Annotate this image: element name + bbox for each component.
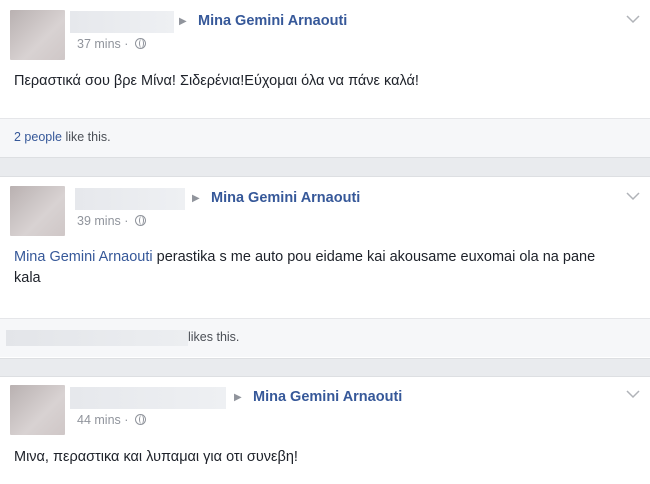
triangle-right-icon: ▶: [179, 16, 187, 27]
triangle-right-icon: ▶: [192, 193, 200, 204]
redacted-poster-name: [75, 188, 185, 210]
likes-count-link[interactable]: 2 people: [14, 130, 62, 144]
post-text: Mina Gemini Arnaouti perastika s me auto…: [14, 247, 620, 289]
timestamp-text: 39 mins ·: [77, 214, 132, 228]
avatar[interactable]: [10, 186, 65, 236]
author-link[interactable]: Mina Gemini Arnaouti: [211, 190, 360, 206]
post-card: ▶ Mina Gemini Arnaouti 37 mins · Περαστι…: [0, 0, 650, 158]
timestamp-text: 44 mins ·: [77, 413, 132, 427]
redacted-poster-name: [70, 387, 226, 409]
author-link[interactable]: Mina Gemini Arnaouti: [198, 13, 347, 29]
likes-bar: 2 people like this.: [0, 118, 650, 157]
redacted-liker-name: [6, 330, 188, 346]
globe-icon: [134, 414, 146, 425]
avatar[interactable]: [10, 385, 65, 435]
post-text: Περαστικά σου βρε Μίνα! Σιδερένια!Εύχομα…: [14, 73, 419, 89]
author-link[interactable]: Mina Gemini Arnaouti: [253, 389, 402, 405]
timestamp[interactable]: 37 mins ·: [77, 37, 146, 51]
mention-link[interactable]: Mina Gemini Arnaouti: [14, 249, 153, 265]
post-card: ▶ Mina Gemini Arnaouti 44 mins · Μινα, π…: [0, 376, 650, 484]
globe-icon: [134, 38, 146, 49]
chevron-down-icon[interactable]: [626, 191, 640, 201]
likes-bar: likes this.: [0, 318, 650, 357]
chevron-down-icon[interactable]: [626, 389, 640, 399]
triangle-right-icon: ▶: [234, 392, 242, 403]
post-card: ▶ Mina Gemini Arnaouti 39 mins · Mina Ge…: [0, 176, 650, 359]
likes-suffix: likes this.: [188, 330, 240, 344]
avatar[interactable]: [10, 10, 65, 60]
post-text: Μινα, περαστικα και λυπαμαι για οτι συνε…: [14, 449, 298, 465]
likes-suffix: like this.: [61, 130, 111, 144]
timestamp[interactable]: 39 mins ·: [77, 214, 146, 228]
timestamp-text: 37 mins ·: [77, 37, 132, 51]
timestamp[interactable]: 44 mins ·: [77, 413, 146, 427]
globe-icon: [134, 215, 146, 226]
redacted-poster-name: [70, 11, 174, 33]
likes-summary: 2 people like this.: [14, 130, 111, 144]
chevron-down-icon[interactable]: [626, 14, 640, 24]
